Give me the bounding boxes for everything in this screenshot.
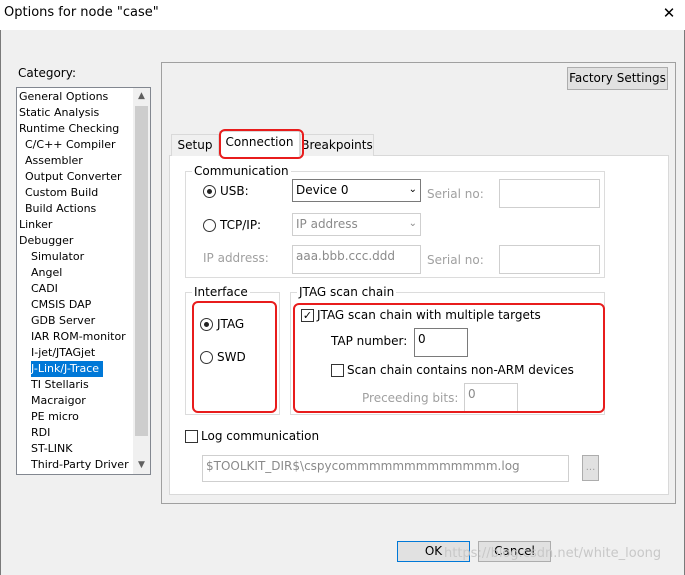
highlight-box-jtag-chain: [293, 303, 605, 413]
category-label: Category:: [18, 66, 76, 80]
category-item[interactable]: RDI: [31, 425, 54, 441]
ip-address-select-value: IP address: [296, 217, 358, 231]
category-item[interactable]: I-jet/JTAGjet: [31, 345, 99, 361]
tcpip-radio[interactable]: [203, 219, 216, 232]
chevron-down-icon: ⌄: [408, 184, 417, 195]
usb-device-value: Device 0: [296, 183, 349, 197]
category-item[interactable]: Third-Party Driver: [31, 457, 133, 473]
category-item[interactable]: CMSIS DAP: [31, 297, 95, 313]
usb-label: USB:: [220, 184, 249, 198]
category-item[interactable]: Static Analysis: [19, 105, 103, 121]
category-item[interactable]: Macraigor: [31, 393, 90, 409]
category-item[interactable]: ST-LINK: [31, 441, 76, 457]
window-border-left: [0, 30, 1, 575]
tab-breakpoints[interactable]: Breakpoints: [300, 134, 374, 156]
category-item[interactable]: TI Stellaris: [31, 377, 93, 393]
category-item[interactable]: J-Link/J-Trace: [31, 361, 104, 377]
category-item[interactable]: General Options: [19, 89, 112, 105]
category-item[interactable]: PE micro: [31, 409, 83, 425]
ip-address-select[interactable]: IP address ⌄: [292, 213, 421, 236]
category-item[interactable]: Simulator: [31, 249, 88, 265]
highlight-box-interface: [192, 301, 277, 413]
category-item[interactable]: C/C++ Compiler: [25, 137, 120, 153]
category-item[interactable]: GDB Server: [31, 313, 99, 329]
category-item[interactable]: Angel: [31, 265, 66, 281]
watermark: https://blog.csdn.net/white_loong: [444, 546, 662, 561]
category-scrollbar[interactable]: ▲ ▼: [133, 88, 150, 474]
log-communication-checkbox[interactable]: [185, 430, 198, 443]
log-communication-label: Log communication: [201, 429, 320, 443]
chevron-down-icon: ⌄: [408, 218, 417, 229]
ip-address-placeholder: aaa.bbb.ccc.ddd: [296, 249, 395, 263]
log-path-value: $TOOLKIT_DIR$\cspycommmmmmmmmmmmm.log: [206, 459, 520, 473]
serial-no-input[interactable]: [499, 179, 600, 208]
scroll-up-icon[interactable]: ▲: [133, 88, 150, 105]
category-item[interactable]: Assembler: [25, 153, 87, 169]
category-item[interactable]: Linker: [19, 217, 56, 233]
ip-address-input[interactable]: aaa.bbb.ccc.ddd: [292, 245, 421, 274]
interface-title: Interface: [192, 285, 250, 299]
category-item[interactable]: Runtime Checking: [19, 121, 123, 137]
category-item[interactable]: Build Actions: [25, 201, 100, 217]
jtag-chain-title: JTAG scan chain: [297, 285, 397, 299]
log-path-input[interactable]: $TOOLKIT_DIR$\cspycommmmmmmmmmmmm.log: [202, 455, 569, 482]
serial-no-label: Serial no:: [427, 187, 484, 201]
category-item[interactable]: Output Converter: [25, 169, 126, 185]
scrollbar-thumb[interactable]: [135, 106, 148, 436]
scroll-down-icon[interactable]: ▼: [133, 457, 150, 474]
category-item[interactable]: IAR ROM-monitor: [31, 329, 130, 345]
usb-radio[interactable]: [203, 185, 216, 198]
factory-settings-button[interactable]: Factory Settings: [567, 67, 668, 90]
category-item[interactable]: Debugger: [19, 233, 77, 249]
tab-setup[interactable]: Setup: [171, 134, 219, 156]
usb-device-select[interactable]: Device 0 ⌄: [292, 179, 421, 202]
category-item[interactable]: Custom Build: [25, 185, 102, 201]
ip-address-label: IP address:: [203, 251, 269, 265]
close-icon[interactable]: ✕: [659, 3, 679, 23]
communication-title: Communication: [192, 164, 291, 178]
category-list[interactable]: General Options Static Analysis Runtime Ch…: [16, 87, 151, 475]
highlight-box-tab: [219, 129, 304, 159]
category-item[interactable]: CADI: [31, 281, 62, 297]
tcpip-label: TCP/IP:: [220, 218, 262, 232]
window-title: Options for node "case": [4, 5, 159, 20]
browse-button[interactable]: ...: [582, 455, 599, 481]
serial-no-label-2: Serial no:: [427, 253, 484, 267]
serial-no-input-2[interactable]: [499, 245, 600, 274]
